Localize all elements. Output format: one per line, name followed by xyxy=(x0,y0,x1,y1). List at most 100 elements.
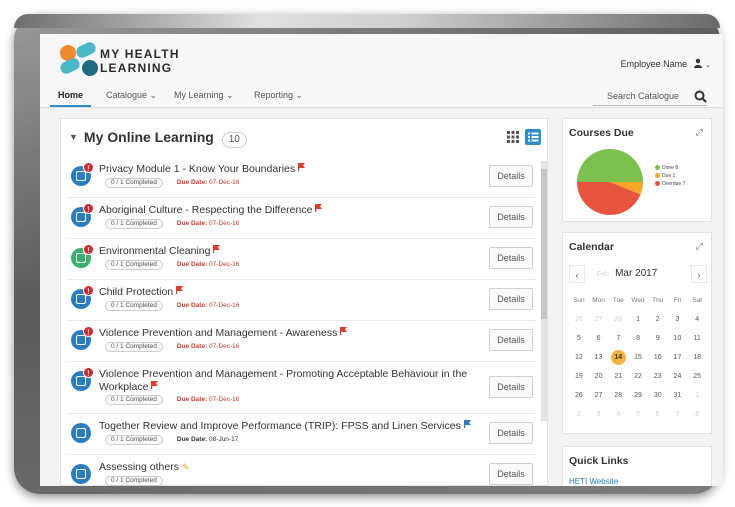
due-label: Due Date: xyxy=(176,302,208,309)
course-title[interactable]: Child Protection xyxy=(99,286,479,299)
details-button[interactable]: Details xyxy=(489,288,533,310)
calendar-day[interactable]: 28 xyxy=(608,310,628,329)
tab-reporting[interactable]: Reporting ⌄ xyxy=(254,90,303,101)
scrollbar-thumb[interactable] xyxy=(541,169,547,319)
calendar-day[interactable]: 27 xyxy=(589,310,609,329)
details-button[interactable]: Details xyxy=(489,247,533,269)
calendar-day[interactable]: 30 xyxy=(648,386,668,405)
course-title-text: Environmental Cleaning xyxy=(99,245,211,257)
prev-month-button[interactable]: ‹ xyxy=(569,265,585,283)
calendar-day[interactable]: 22 xyxy=(628,367,648,386)
course-title[interactable]: Violence Prevention and Management - Pro… xyxy=(99,368,479,394)
faint-prev-month: Feb xyxy=(597,271,610,278)
calendar-day[interactable]: 20 xyxy=(589,367,609,386)
tab-my-learning[interactable]: My Learning ⌄ xyxy=(174,90,234,101)
calendar-day[interactable]: 11 xyxy=(687,329,707,348)
expand-icon[interactable]: ⤢ xyxy=(696,241,703,252)
calendar-day[interactable]: 9 xyxy=(648,329,668,348)
calendar-day[interactable]: 7 xyxy=(608,329,628,348)
calendar-day[interactable]: 17 xyxy=(668,348,688,367)
calendar-day[interactable]: 8 xyxy=(687,405,707,424)
calendar-day[interactable]: 29 xyxy=(628,386,648,405)
course-title[interactable]: Privacy Module 1 - Know Your Boundaries xyxy=(99,163,479,176)
calendar-day[interactable]: 10 xyxy=(668,329,688,348)
course-title[interactable]: Together Review and Improve Performance … xyxy=(99,420,479,433)
user-menu[interactable]: Employee Name ⌄ xyxy=(621,58,711,69)
play-icon xyxy=(71,464,91,484)
progress-pill: 0 / 1 Completed xyxy=(105,395,163,405)
calendar-day[interactable]: 8 xyxy=(628,329,648,348)
details-button[interactable]: Details xyxy=(489,329,533,351)
courses-due-card: Courses Due ⤢ Done 8 Due 1 Overdue 7 xyxy=(562,118,712,222)
calendar-day[interactable]: 5 xyxy=(569,329,589,348)
calendar-day[interactable]: 28 xyxy=(608,386,628,405)
calendar-day[interactable]: 25 xyxy=(687,367,707,386)
course-title[interactable]: Aboriginal Culture - Respecting the Diff… xyxy=(99,204,479,217)
calendar-day[interactable]: 12 xyxy=(569,348,589,367)
quick-links-title: Quick Links xyxy=(569,455,629,467)
calendar-day[interactable]: 26 xyxy=(569,386,589,405)
due-date: Due Date: 07-Dec-16 xyxy=(177,179,240,186)
details-button[interactable]: Details xyxy=(489,376,533,398)
course-title-text: Child Protection xyxy=(99,286,174,298)
search-icon[interactable] xyxy=(694,90,707,103)
collapse-caret-icon[interactable]: ▼ xyxy=(69,132,78,142)
details-button[interactable]: Details xyxy=(489,206,533,228)
calendar-day[interactable]: 4 xyxy=(608,405,628,424)
calendar-day[interactable]: 16 xyxy=(648,348,668,367)
search-catalogue-input[interactable]: Search Catalogue xyxy=(593,88,707,106)
tab-home[interactable]: Home xyxy=(49,90,92,107)
tab-catalogue[interactable]: Catalogue ⌄ xyxy=(106,90,157,101)
course-title[interactable]: Assessing others ✎ xyxy=(99,461,479,474)
calendar-day[interactable]: 2 xyxy=(569,405,589,424)
expand-icon[interactable]: ⤢ xyxy=(696,127,703,138)
chevron-down-icon: ⌄ xyxy=(705,62,711,69)
brand-line-2: LEARNING xyxy=(100,61,173,75)
calendar-day[interactable]: 6 xyxy=(648,405,668,424)
due-date-value: 07-Dec-16 xyxy=(209,179,240,186)
calendar-day[interactable]: 21 xyxy=(608,367,628,386)
calendar-day[interactable]: 24 xyxy=(668,367,688,386)
my-health-learning-logo[interactable] xyxy=(58,40,98,76)
details-button[interactable]: Details xyxy=(489,422,533,444)
current-month: Mar 2017 xyxy=(615,268,658,279)
calendar-day[interactable]: 18 xyxy=(687,348,707,367)
calendar-day[interactable]: 3 xyxy=(668,310,688,329)
course-list-scrollbar[interactable] xyxy=(541,161,547,421)
course-title[interactable]: Environmental Cleaning xyxy=(99,245,479,258)
calendar-day[interactable]: 6 xyxy=(589,329,609,348)
grid-view-icon[interactable] xyxy=(507,131,519,143)
details-button[interactable]: Details xyxy=(489,463,533,485)
calendar-day[interactable]: 3 xyxy=(589,405,609,424)
heti-website-link[interactable]: HETI Website xyxy=(569,477,618,486)
calendar-day[interactable]: 1 xyxy=(628,310,648,329)
panel-title[interactable]: ▼ My Online Learning 10 xyxy=(69,129,247,148)
calendar-day[interactable]: 23 xyxy=(648,367,668,386)
calendar-day[interactable]: 4 xyxy=(687,310,707,329)
calendar-week: 19 20 21 22 23 24 25 xyxy=(569,367,707,386)
course-row: ! Privacy Module 1 - Know Your Boundarie… xyxy=(69,157,535,198)
weekday-label: Wed xyxy=(631,297,645,304)
calendar-day[interactable]: 27 xyxy=(589,386,609,405)
calendar-day[interactable]: 19 xyxy=(569,367,589,386)
due-date: Due Date: 07-Dec-16 xyxy=(177,396,240,403)
calendar-day[interactable]: 15 xyxy=(628,348,648,367)
due-date: Due Date: 07-Dec-16 xyxy=(177,220,240,227)
calendar-day[interactable]: 1 xyxy=(687,386,707,405)
calendar-day[interactable]: 5 xyxy=(628,405,648,424)
calendar-day[interactable]: 2 xyxy=(648,310,668,329)
course-row: ! Child Protection 0 / 1 Completed Due Da… xyxy=(69,280,535,321)
calendar-day[interactable]: 13 xyxy=(589,348,609,367)
calendar-day[interactable]: 7 xyxy=(668,405,688,424)
calendar-day[interactable]: 26 xyxy=(569,310,589,329)
next-month-button[interactable]: › xyxy=(691,265,707,283)
course-title[interactable]: Violence Prevention and Management - Awa… xyxy=(99,327,479,340)
alert-icon: ! xyxy=(83,203,94,214)
calendar-day[interactable]: 14 xyxy=(608,348,628,367)
calendar-day[interactable]: 31 xyxy=(668,386,688,405)
progress-pill: 0 / 1 Completed xyxy=(105,260,163,270)
details-button[interactable]: Details xyxy=(489,165,533,187)
course-meta: 0 / 1 Completed Due Date: 07-Dec-16 xyxy=(105,260,239,270)
list-view-icon[interactable] xyxy=(525,129,541,145)
panel-header: ▼ My Online Learning 10 xyxy=(61,119,547,153)
